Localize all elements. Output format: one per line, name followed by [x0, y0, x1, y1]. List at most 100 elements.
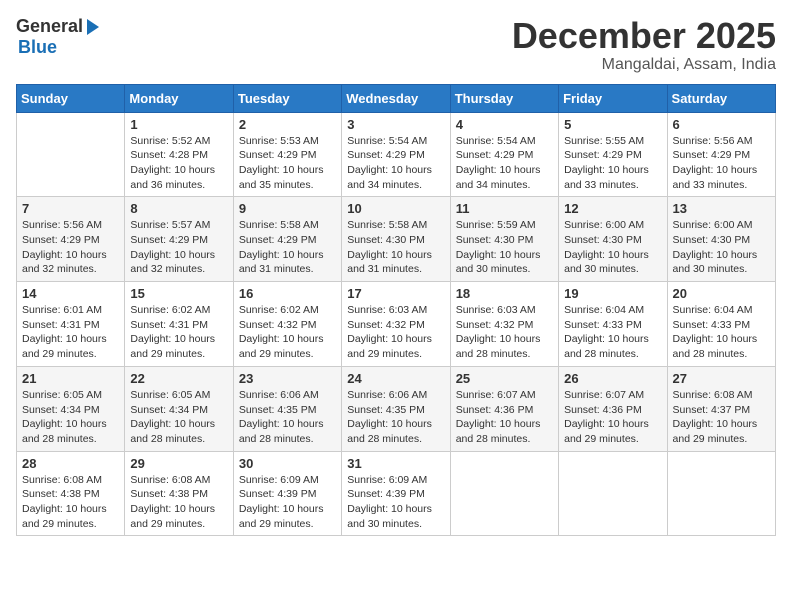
day-info: Sunrise: 6:07 AM Sunset: 4:36 PM Dayligh…: [564, 388, 661, 447]
day-number: 3: [347, 117, 444, 132]
day-number: 22: [130, 371, 227, 386]
calendar-cell: 6 Sunrise: 5:56 AM Sunset: 4:29 PM Daylig…: [667, 112, 775, 197]
day-number: 30: [239, 456, 336, 471]
calendar-cell: [17, 112, 125, 197]
calendar-cell: [667, 451, 775, 536]
calendar-week-row: 7 Sunrise: 5:56 AM Sunset: 4:29 PM Daylig…: [17, 197, 776, 282]
day-number: 10: [347, 201, 444, 216]
calendar-week-row: 28 Sunrise: 6:08 AM Sunset: 4:38 PM Dayli…: [17, 451, 776, 536]
day-info: Sunrise: 6:00 AM Sunset: 4:30 PM Dayligh…: [564, 218, 661, 277]
day-number: 8: [130, 201, 227, 216]
calendar-cell: 29 Sunrise: 6:08 AM Sunset: 4:38 PM Dayli…: [125, 451, 233, 536]
day-number: 7: [22, 201, 119, 216]
day-info: Sunrise: 5:54 AM Sunset: 4:29 PM Dayligh…: [347, 134, 444, 193]
weekday-header-row: SundayMondayTuesdayWednesdayThursdayFrid…: [17, 84, 776, 112]
day-info: Sunrise: 5:58 AM Sunset: 4:30 PM Dayligh…: [347, 218, 444, 277]
calendar-cell: 14 Sunrise: 6:01 AM Sunset: 4:31 PM Dayli…: [17, 282, 125, 367]
day-number: 26: [564, 371, 661, 386]
calendar-cell: 27 Sunrise: 6:08 AM Sunset: 4:37 PM Dayli…: [667, 366, 775, 451]
day-number: 5: [564, 117, 661, 132]
calendar-cell: 17 Sunrise: 6:03 AM Sunset: 4:32 PM Dayli…: [342, 282, 450, 367]
day-number: 14: [22, 286, 119, 301]
calendar-cell: 3 Sunrise: 5:54 AM Sunset: 4:29 PM Daylig…: [342, 112, 450, 197]
day-info: Sunrise: 5:56 AM Sunset: 4:29 PM Dayligh…: [673, 134, 770, 193]
calendar-cell: 25Sunrise: 6:07 AM Sunset: 4:36 PM Dayli…: [450, 366, 558, 451]
calendar-cell: 9Sunrise: 5:58 AM Sunset: 4:29 PM Daylig…: [233, 197, 341, 282]
day-info: Sunrise: 6:05 AM Sunset: 4:34 PM Dayligh…: [22, 388, 119, 447]
day-info: Sunrise: 6:03 AM Sunset: 4:32 PM Dayligh…: [347, 303, 444, 362]
page-header: General Blue December 2025 Mangaldai, As…: [16, 16, 776, 74]
day-number: 2: [239, 117, 336, 132]
calendar-cell: 31 Sunrise: 6:09 AM Sunset: 4:39 PM Dayli…: [342, 451, 450, 536]
day-number: 24: [347, 371, 444, 386]
calendar-cell: 18 Sunrise: 6:03 AM Sunset: 4:32 PM Dayli…: [450, 282, 558, 367]
day-number: 19: [564, 286, 661, 301]
logo-general-text: General: [16, 16, 83, 37]
weekday-header-tuesday: Tuesday: [233, 84, 341, 112]
calendar-cell: 8 Sunrise: 5:57 AM Sunset: 4:29 PM Daylig…: [125, 197, 233, 282]
logo-blue-text: Blue: [18, 37, 57, 58]
day-info: Sunrise: 6:03 AM Sunset: 4:32 PM Dayligh…: [456, 303, 553, 362]
calendar-cell: 1 Sunrise: 5:52 AM Sunset: 4:28 PM Daylig…: [125, 112, 233, 197]
day-number: 17: [347, 286, 444, 301]
day-info: Sunrise: 6:09 AM Sunset: 4:39 PM Dayligh…: [347, 473, 444, 532]
calendar-cell: 26 Sunrise: 6:07 AM Sunset: 4:36 PM Dayli…: [559, 366, 667, 451]
day-number: 6: [673, 117, 770, 132]
calendar-table: SundayMondayTuesdayWednesdayThursdayFrid…: [16, 84, 776, 537]
day-info: Sunrise: 5:56 AM Sunset: 4:29 PM Dayligh…: [22, 218, 119, 277]
location-text: Mangaldai, Assam, India: [512, 56, 776, 74]
day-number: 20: [673, 286, 770, 301]
day-number: 12: [564, 201, 661, 216]
calendar-cell: 20Sunrise: 6:04 AM Sunset: 4:33 PM Dayli…: [667, 282, 775, 367]
calendar-cell: 16 Sunrise: 6:02 AM Sunset: 4:32 PM Dayli…: [233, 282, 341, 367]
weekday-header-monday: Monday: [125, 84, 233, 112]
day-number: 23: [239, 371, 336, 386]
day-info: Sunrise: 5:52 AM Sunset: 4:28 PM Dayligh…: [130, 134, 227, 193]
day-number: 31: [347, 456, 444, 471]
day-info: Sunrise: 5:54 AM Sunset: 4:29 PM Dayligh…: [456, 134, 553, 193]
day-number: 15: [130, 286, 227, 301]
calendar-cell: 7 Sunrise: 5:56 AM Sunset: 4:29 PM Daylig…: [17, 197, 125, 282]
day-info: Sunrise: 6:04 AM Sunset: 4:33 PM Dayligh…: [564, 303, 661, 362]
day-info: Sunrise: 6:02 AM Sunset: 4:31 PM Dayligh…: [130, 303, 227, 362]
day-number: 16: [239, 286, 336, 301]
day-info: Sunrise: 6:02 AM Sunset: 4:32 PM Dayligh…: [239, 303, 336, 362]
calendar-week-row: 1 Sunrise: 5:52 AM Sunset: 4:28 PM Daylig…: [17, 112, 776, 197]
day-number: 18: [456, 286, 553, 301]
calendar-cell: 4Sunrise: 5:54 AM Sunset: 4:29 PM Daylig…: [450, 112, 558, 197]
day-info: Sunrise: 6:09 AM Sunset: 4:39 PM Dayligh…: [239, 473, 336, 532]
calendar-cell: 2 Sunrise: 5:53 AM Sunset: 4:29 PM Daylig…: [233, 112, 341, 197]
weekday-header-saturday: Saturday: [667, 84, 775, 112]
day-info: Sunrise: 5:57 AM Sunset: 4:29 PM Dayligh…: [130, 218, 227, 277]
day-info: Sunrise: 6:01 AM Sunset: 4:31 PM Dayligh…: [22, 303, 119, 362]
day-number: 29: [130, 456, 227, 471]
calendar-cell: 21 Sunrise: 6:05 AM Sunset: 4:34 PM Dayli…: [17, 366, 125, 451]
title-block: December 2025 Mangaldai, Assam, India: [512, 16, 776, 74]
day-number: 1: [130, 117, 227, 132]
weekday-header-friday: Friday: [559, 84, 667, 112]
calendar-cell: 22 Sunrise: 6:05 AM Sunset: 4:34 PM Dayli…: [125, 366, 233, 451]
day-info: Sunrise: 6:05 AM Sunset: 4:34 PM Dayligh…: [130, 388, 227, 447]
weekday-header-wednesday: Wednesday: [342, 84, 450, 112]
day-info: Sunrise: 6:08 AM Sunset: 4:38 PM Dayligh…: [22, 473, 119, 532]
day-number: 28: [22, 456, 119, 471]
calendar-week-row: 21 Sunrise: 6:05 AM Sunset: 4:34 PM Dayli…: [17, 366, 776, 451]
calendar-cell: 19 Sunrise: 6:04 AM Sunset: 4:33 PM Dayli…: [559, 282, 667, 367]
day-number: 21: [22, 371, 119, 386]
calendar-cell: 23Sunrise: 6:06 AM Sunset: 4:35 PM Dayli…: [233, 366, 341, 451]
month-title: December 2025: [512, 16, 776, 56]
day-info: Sunrise: 5:59 AM Sunset: 4:30 PM Dayligh…: [456, 218, 553, 277]
day-info: Sunrise: 6:08 AM Sunset: 4:38 PM Dayligh…: [130, 473, 227, 532]
logo: General Blue: [16, 16, 99, 58]
day-number: 27: [673, 371, 770, 386]
day-info: Sunrise: 5:55 AM Sunset: 4:29 PM Dayligh…: [564, 134, 661, 193]
day-info: Sunrise: 6:07 AM Sunset: 4:36 PM Dayligh…: [456, 388, 553, 447]
day-info: Sunrise: 5:53 AM Sunset: 4:29 PM Dayligh…: [239, 134, 336, 193]
calendar-week-row: 14 Sunrise: 6:01 AM Sunset: 4:31 PM Dayli…: [17, 282, 776, 367]
day-info: Sunrise: 6:00 AM Sunset: 4:30 PM Dayligh…: [673, 218, 770, 277]
calendar-cell: 28 Sunrise: 6:08 AM Sunset: 4:38 PM Dayli…: [17, 451, 125, 536]
calendar-cell: 12 Sunrise: 6:00 AM Sunset: 4:30 PM Dayli…: [559, 197, 667, 282]
day-info: Sunrise: 6:08 AM Sunset: 4:37 PM Dayligh…: [673, 388, 770, 447]
calendar-cell: [450, 451, 558, 536]
calendar-cell: 13Sunrise: 6:00 AM Sunset: 4:30 PM Dayli…: [667, 197, 775, 282]
